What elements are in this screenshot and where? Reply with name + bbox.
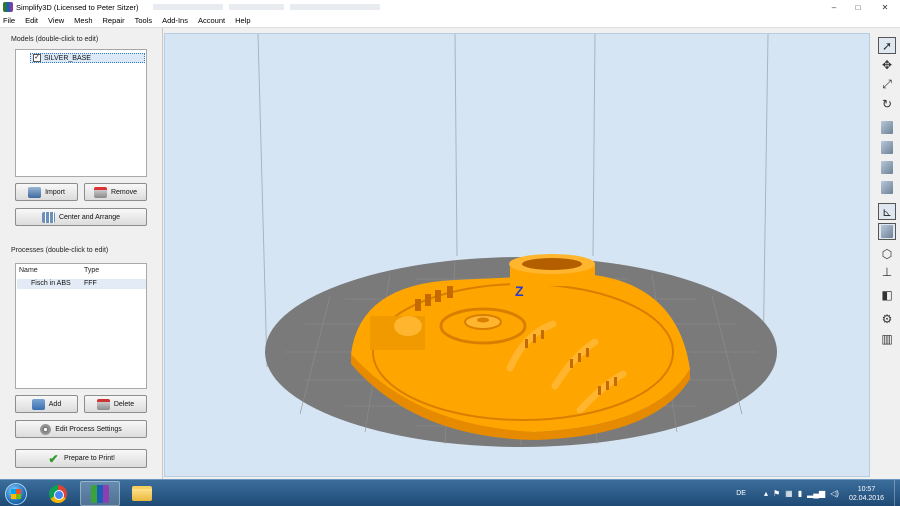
title-bar-tabs	[152, 4, 380, 10]
menu-mesh[interactable]: Mesh	[74, 16, 92, 25]
view-iso-icon[interactable]	[878, 179, 896, 196]
model-visible-checkbox[interactable]: ✓	[33, 54, 41, 62]
simplify3d-taskbar-item[interactable]	[80, 481, 120, 506]
edit-process-settings-label: Edit Process Settings	[55, 425, 122, 433]
chrome-taskbar-item[interactable]	[38, 481, 78, 506]
center-arrange-icon	[41, 211, 55, 223]
signal-icon[interactable]: ▂▄▆	[807, 489, 825, 498]
volume-icon[interactable]: ◁)	[830, 489, 839, 498]
axis-z-icon[interactable]: ⊥	[878, 263, 896, 280]
process-name: Fisch in ABS	[31, 280, 71, 287]
delete-icon	[96, 398, 110, 410]
close-button[interactable]: ✕	[870, 0, 900, 14]
3d-viewport[interactable]: Z	[164, 33, 870, 477]
clock-time: 10:57	[857, 485, 876, 493]
checkmark-icon: ✔	[48, 451, 59, 466]
menu-view[interactable]: View	[48, 16, 64, 25]
cross-section-icon[interactable]: ◧	[878, 286, 896, 303]
build-volume-edge	[454, 34, 458, 257]
start-button[interactable]	[2, 480, 30, 506]
network-icon[interactable]: ▦	[785, 489, 793, 498]
z-axis-label: Z	[515, 283, 524, 299]
show-desktop-button[interactable]	[894, 480, 900, 506]
prepare-to-print-button[interactable]: ✔ Prepare to Print!	[15, 449, 147, 468]
add-icon	[31, 398, 45, 410]
system-tray: DE ▴ ⚑ ▦ ▮ ▂▄▆ ◁) 10:57 02.04.2016	[736, 480, 900, 506]
wireframe-view-icon[interactable]: ⬡	[878, 245, 896, 262]
scale-icon[interactable]: ⤢	[878, 76, 896, 93]
minimize-button[interactable]: –	[822, 0, 846, 14]
axes-icon[interactable]: ⊾	[878, 203, 896, 220]
app-icon	[3, 2, 13, 12]
add-process-button[interactable]: Add	[15, 395, 78, 413]
view-top-icon[interactable]	[878, 119, 896, 136]
remove-label: Remove	[110, 188, 138, 196]
solid-view-icon[interactable]	[878, 223, 896, 240]
processes-list[interactable]: Name Type Fisch in ABS FFF	[15, 263, 147, 389]
models-section-title: Models (double-click to edit)	[11, 36, 99, 43]
window-controls: – □ ✕	[822, 0, 900, 14]
processes-section-title: Processes (double-click to edit)	[11, 247, 109, 254]
settings-icon[interactable]: ⚙	[878, 310, 896, 327]
clock[interactable]: 10:57 02.04.2016	[849, 485, 884, 503]
import-button[interactable]: Import	[15, 183, 78, 201]
menu-help[interactable]: Help	[235, 16, 250, 25]
view-front-icon[interactable]	[878, 139, 896, 156]
language-indicator[interactable]: DE	[736, 490, 746, 497]
maximize-button[interactable]: □	[846, 0, 870, 14]
menu-account[interactable]: Account	[198, 16, 225, 25]
taskbar: DE ▴ ⚑ ▦ ▮ ▂▄▆ ◁) 10:57 02.04.2016	[0, 479, 900, 506]
battery-icon[interactable]: ▮	[798, 489, 802, 498]
left-panel: Models (double-click to edit) ✓ SILVER_B…	[0, 28, 163, 479]
flag-icon[interactable]: ⚑	[773, 489, 780, 498]
window-title: Simplify3D (Licensed to Peter Sitzer)	[16, 2, 139, 12]
remove-icon	[93, 186, 107, 198]
simplify3d-icon	[91, 484, 109, 503]
menu-bar: File Edit View Mesh Repair Tools Add-Ins…	[0, 14, 900, 28]
view-side-icon[interactable]	[878, 159, 896, 176]
build-volume-edge	[592, 34, 596, 257]
delete-label: Delete	[113, 400, 135, 408]
menu-edit[interactable]: Edit	[25, 16, 38, 25]
scene-canvas: Z	[257, 34, 777, 447]
clock-date: 02.04.2016	[848, 494, 884, 502]
model-item[interactable]: ✓ SILVER_BASE	[30, 53, 145, 63]
process-row[interactable]: Fisch in ABS FFF	[17, 279, 146, 289]
delete-process-button[interactable]: Delete	[84, 395, 147, 413]
expand-tray-icon[interactable]: ▴	[764, 489, 768, 498]
windows-logo-icon	[5, 482, 27, 505]
column-header-name[interactable]: Name	[19, 267, 38, 274]
folder-icon	[132, 486, 152, 501]
menu-tools[interactable]: Tools	[135, 16, 153, 25]
supports-icon[interactable]: ▥	[878, 330, 896, 347]
process-type: FFF	[84, 280, 97, 287]
models-list[interactable]: ✓ SILVER_BASE	[15, 49, 147, 177]
select-icon[interactable]: ➚	[878, 37, 896, 54]
gear-icon	[40, 423, 52, 435]
title-bar: Simplify3D (Licensed to Peter Sitzer) – …	[0, 0, 900, 14]
prepare-to-print-label: Prepare to Print!	[64, 455, 115, 462]
chrome-icon	[49, 484, 67, 503]
build-volume-edge	[257, 34, 268, 368]
column-header-type[interactable]: Type	[84, 267, 99, 274]
menu-repair[interactable]: Repair	[103, 16, 125, 25]
rotate-icon[interactable]: ↻	[878, 95, 896, 112]
right-toolbar: ➚ ✥ ⤢ ↻ ⊾ ⬡ ⊥ ◧ ⚙ ▥	[872, 33, 900, 479]
center-arrange-label: Center and Arrange	[58, 213, 121, 221]
move-icon[interactable]: ✥	[878, 56, 896, 73]
add-label: Add	[48, 400, 62, 408]
build-volume-edge	[762, 34, 769, 365]
edit-process-settings-button[interactable]: Edit Process Settings	[15, 420, 147, 438]
menu-file[interactable]: File	[3, 16, 15, 25]
center-arrange-button[interactable]: Center and Arrange	[15, 208, 147, 226]
import-icon	[28, 186, 42, 198]
menu-add-ins[interactable]: Add-Ins	[162, 16, 188, 25]
explorer-taskbar-item[interactable]	[122, 481, 162, 506]
import-label: Import	[45, 188, 65, 196]
remove-button[interactable]: Remove	[84, 183, 147, 201]
model-name: SILVER_BASE	[44, 54, 91, 62]
